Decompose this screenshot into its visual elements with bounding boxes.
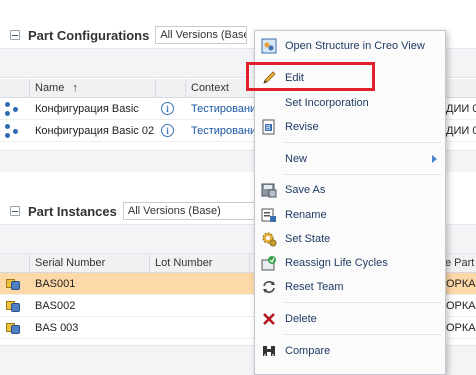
row-trailing-text: ОРКА , (446, 321, 476, 334)
part-instance-icon (5, 277, 21, 291)
svg-text:B: B (266, 125, 271, 132)
row-icon-cell (0, 299, 30, 313)
row-icon-cell (0, 123, 30, 138)
menu-item-label: Rename (285, 209, 327, 221)
row-serial-number[interactable]: BAS 003 (30, 322, 150, 334)
column-part-label: e Part (445, 257, 475, 269)
compare-binoculars-icon (261, 343, 277, 359)
menu-item-label: Reassign Life Cycles (285, 257, 388, 269)
row-name[interactable]: Конфигурация Basic 02 (30, 125, 156, 137)
part-instance-icon (5, 299, 21, 313)
row-serial-number[interactable]: BAS002 (30, 300, 150, 312)
select-column (0, 78, 30, 98)
info-column (156, 78, 186, 98)
row-icon-cell (0, 277, 30, 291)
menu-separator (283, 334, 441, 335)
menu-item-label: Set Incorporation (285, 97, 369, 109)
menu-item-label: Save As (285, 184, 326, 196)
menu-item-label: Compare (285, 345, 331, 357)
row-icon-cell (0, 101, 30, 116)
menu-item-label: Set State (285, 233, 331, 245)
configurations-version-select[interactable]: All Versions (Base) (155, 26, 248, 44)
row-trailing-text: ДИИ 0. (446, 102, 476, 115)
menu-item-compare[interactable]: Compare (255, 340, 445, 362)
info-icon[interactable]: i (161, 102, 174, 115)
column-serial-number[interactable]: Serial Number (30, 253, 150, 273)
row-trailing-text: ОРКА , (446, 299, 476, 312)
menu-item-label: Open Structure in Creo View (285, 40, 425, 52)
info-icon[interactable]: i (161, 124, 174, 137)
menu-item-save-as[interactable]: Save As (255, 179, 445, 201)
menu-separator (283, 302, 441, 303)
configuration-structure-icon (5, 123, 19, 138)
reassign-lifecycle-icon (261, 255, 277, 271)
menu-item-rename[interactable]: Rename (255, 204, 445, 226)
menu-item-reset-team[interactable]: Reset Team (255, 276, 445, 298)
menu-item-set-incorporation[interactable]: Set Incorporation (255, 92, 445, 114)
row-serial-number[interactable]: BAS001 (30, 278, 150, 290)
revise-icon: B (261, 119, 277, 135)
info-cell[interactable]: i (156, 124, 186, 137)
row-icon-cell (0, 321, 30, 335)
collapse-icon[interactable] (10, 206, 20, 216)
menu-item-revise[interactable]: B Revise (255, 116, 445, 138)
menu-item-reassign-life-cycles[interactable]: Reassign Life Cycles (255, 252, 445, 274)
menu-item-set-state[interactable]: Set State (255, 228, 445, 250)
menu-item-label: Revise (285, 121, 319, 133)
menu-item-new[interactable]: New (255, 148, 445, 170)
save-as-icon (261, 182, 277, 198)
instances-title: Part Instances (28, 203, 117, 219)
row-trailing-text: ДИИ 0. (446, 124, 476, 137)
menu-item-label: Delete (285, 313, 317, 325)
creo-view-icon (261, 38, 277, 54)
column-lot-number[interactable]: Lot Number (150, 253, 250, 273)
part-instance-icon (5, 321, 21, 335)
menu-separator (283, 142, 441, 143)
row-trailing-text: ОРКА , (446, 277, 476, 290)
menu-item-label: Reset Team (285, 281, 344, 293)
configuration-structure-icon (5, 101, 19, 116)
sort-ascending-icon: ↑ (72, 82, 78, 94)
configurations-title: Part Configurations (28, 27, 150, 43)
column-name-label: Name (35, 82, 65, 94)
menu-item-label: New (285, 153, 308, 165)
info-cell[interactable]: i (156, 102, 186, 115)
column-serial-number-label: Serial Number (35, 257, 106, 269)
menu-item-delete[interactable]: Delete (255, 308, 445, 330)
reset-arrows-icon (261, 279, 277, 295)
menu-item-open-creo-view[interactable]: Open Structure in Creo View (255, 35, 445, 57)
menu-separator (283, 174, 441, 175)
submenu-arrow-icon (432, 155, 437, 163)
column-context-label: Context (191, 82, 229, 94)
column-name[interactable]: Name ↑ (30, 78, 156, 98)
edit-highlight-box (246, 62, 375, 91)
select-column (0, 253, 30, 273)
collapse-icon[interactable] (10, 30, 20, 40)
column-lot-number-label: Lot Number (155, 257, 213, 269)
gear-icon (261, 231, 277, 247)
rename-icon (261, 207, 277, 223)
delete-x-icon (261, 311, 277, 327)
row-name[interactable]: Конфигурация Basic (30, 103, 156, 115)
